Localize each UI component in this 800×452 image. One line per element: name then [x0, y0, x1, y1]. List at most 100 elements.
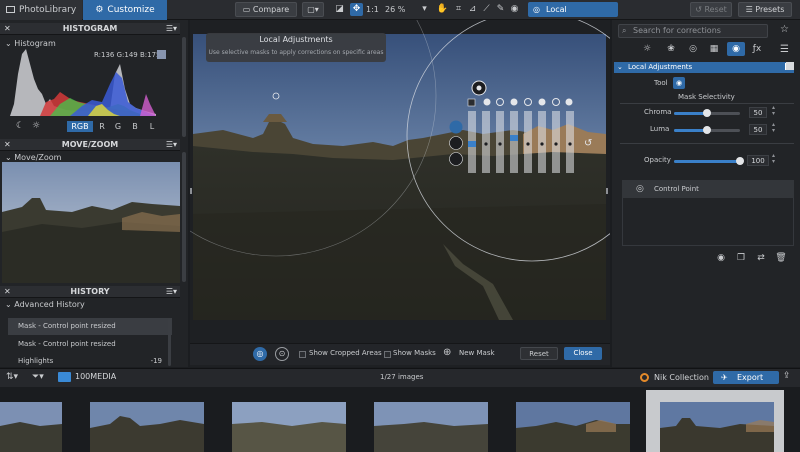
opacity-stepper[interactable]: ▴ ▾	[772, 153, 775, 165]
movezoom-collapse[interactable]: ⌄ Move/Zoom	[5, 153, 61, 162]
top-toolbar: PhotoLibrary ⚙ Customize ▭ Compare ▢▾ ◪ ✥…	[0, 0, 800, 29]
layout-dropdown[interactable]: ▢▾	[302, 2, 324, 17]
tab-light[interactable]: ☼	[638, 42, 656, 56]
channel-g[interactable]: G	[113, 121, 123, 132]
navigator-thumbnail[interactable]	[2, 162, 180, 283]
duplicate-icon[interactable]: ❐	[735, 252, 747, 264]
opacity-slider-knob[interactable]	[736, 157, 744, 165]
film-thumbnail[interactable]	[232, 402, 346, 452]
history-item[interactable]: Highlights -19	[8, 354, 172, 366]
control-point-widget[interactable]: ↺	[448, 80, 600, 176]
filter-icon[interactable]: ⏷▾	[32, 372, 44, 382]
search-icon: ⌕	[622, 26, 627, 35]
presets-button[interactable]: ☰ Presets	[738, 2, 792, 17]
plus-icon[interactable]: ⊕	[443, 347, 451, 358]
menu-icon[interactable]: ☰	[780, 44, 789, 55]
straighten-icon[interactable]: ⊿	[466, 3, 479, 16]
chroma-value[interactable]: 50	[749, 107, 767, 118]
zoom-percent[interactable]: 26 %	[385, 5, 405, 14]
local-adjustments-button[interactable]: ◎Local Adjustments	[528, 2, 618, 29]
tab-photolibrary[interactable]: PhotoLibrary	[0, 0, 82, 20]
search-corrections-input[interactable]: ⌕ Search for corrections	[618, 24, 768, 38]
zoom-dropdown-icon[interactable]: ▾	[418, 3, 431, 16]
histogram-header[interactable]: ✕ HISTOGRAM ☰▾	[0, 23, 180, 35]
close-button[interactable]: Close	[564, 347, 602, 360]
reset-button[interactable]: ↺ Reset	[690, 2, 732, 17]
moon-icon[interactable]: ☾	[16, 121, 24, 131]
opacity-value[interactable]: 100	[747, 155, 769, 166]
chroma-stepper[interactable]: ▴ ▾	[772, 105, 775, 117]
close-icon[interactable]: ✕	[4, 139, 11, 150]
history-scrollbar[interactable]	[168, 318, 171, 366]
share-icon[interactable]: ⇪	[783, 371, 791, 381]
chroma-slider[interactable]	[674, 109, 740, 117]
tab-customize-label: Customize	[107, 5, 155, 15]
brush-tool-icon[interactable]: ⊙	[275, 347, 289, 361]
luma-value[interactable]: 50	[749, 124, 767, 135]
menu-icon[interactable]: ☰▾	[166, 139, 177, 150]
zoom-ratio[interactable]: 1:1	[366, 5, 379, 14]
local-adjustments-section-header[interactable]: ⌄ Local Adjustments ▸	[614, 62, 794, 73]
tab-detail[interactable]: ◎	[684, 42, 702, 56]
hand-tool-icon[interactable]: ✋	[436, 3, 449, 16]
histogram-scrollbar[interactable]	[182, 37, 186, 137]
film-thumbnail[interactable]	[516, 402, 630, 452]
luma-slider-knob[interactable]	[703, 126, 711, 134]
nik-collection-button[interactable]: Nik Collection	[636, 371, 712, 384]
tab-geometry[interactable]: ▦	[705, 42, 723, 56]
perspective-icon[interactable]: ⟋	[480, 3, 493, 16]
export-button[interactable]: ✈ Export	[713, 371, 779, 384]
invert-icon[interactable]: ⇄	[755, 252, 767, 264]
reset-mask-button[interactable]: Reset	[520, 347, 558, 360]
luma-stepper[interactable]: ▴ ▾	[772, 122, 775, 134]
channel-b[interactable]: B	[130, 121, 140, 132]
film-thumbnail[interactable]	[0, 402, 62, 452]
tab-effects[interactable]: ƒx	[748, 42, 766, 56]
tab-color[interactable]: ❀	[662, 42, 680, 56]
control-point-tool-icon[interactable]: ◎	[253, 347, 267, 361]
visibility-icon[interactable]: ◉	[715, 252, 727, 264]
history-header[interactable]: ✕ HISTORY ☰▾	[0, 286, 180, 298]
channel-r[interactable]: R	[97, 121, 107, 132]
tab-customize[interactable]: ⚙ Customize	[83, 0, 167, 20]
history-item[interactable]: Mask - Control point resized	[8, 318, 172, 335]
show-cropped-checkbox[interactable]	[299, 351, 306, 358]
opacity-slider[interactable]	[674, 157, 744, 165]
crop-icon[interactable]: ⌗	[452, 3, 465, 16]
folder-name[interactable]: 100MEDIA	[75, 372, 116, 381]
film-thumbnail[interactable]	[374, 402, 488, 452]
control-point-item[interactable]: ◎ Control Point	[622, 180, 794, 198]
eye-icon[interactable]: ◉	[508, 3, 521, 16]
left-resize-handle[interactable]	[190, 188, 192, 194]
channel-l[interactable]: L	[147, 121, 157, 132]
star-icon[interactable]: ☆	[780, 24, 789, 35]
history-item[interactable]: Mask - Control point resized	[8, 336, 172, 353]
sun-icon[interactable]: ☼	[32, 121, 40, 131]
control-point-overlay[interactable]	[190, 20, 610, 343]
film-thumbnail-selected[interactable]	[660, 402, 774, 452]
close-icon[interactable]: ✕	[4, 23, 11, 34]
luma-slider[interactable]	[674, 126, 740, 134]
new-mask-button[interactable]: New Mask	[459, 349, 495, 357]
sort-icon[interactable]: ⇅▾	[6, 372, 18, 382]
compare-button[interactable]: ▭ Compare	[235, 2, 297, 17]
repair-icon[interactable]: ✎	[494, 3, 507, 16]
channel-rgb[interactable]: RGB	[67, 121, 93, 132]
trash-icon[interactable]: 🗑	[775, 252, 787, 264]
tool-selector-icon[interactable]: ◉	[673, 77, 685, 89]
right-resize-handle[interactable]	[606, 188, 608, 194]
menu-icon[interactable]: ☰▾	[166, 286, 177, 297]
close-icon[interactable]: ✕	[4, 286, 11, 297]
movezoom-header[interactable]: ✕ MOVE/ZOOM ☰▾	[0, 139, 180, 151]
move-tool-icon[interactable]: ✥	[350, 3, 363, 16]
tab-local[interactable]: ◉	[727, 42, 745, 56]
menu-icon[interactable]: ☰▾	[166, 23, 177, 34]
single-view-icon[interactable]: ◪	[333, 3, 346, 16]
tooltip-text: Use selective masks to apply corrections…	[208, 49, 384, 56]
show-masks-checkbox[interactable]	[384, 351, 391, 358]
history-collapse[interactable]: ⌄ Advanced History	[5, 300, 85, 309]
movezoom-scrollbar[interactable]	[182, 152, 186, 282]
chroma-slider-knob[interactable]	[703, 109, 711, 117]
panel-toggle-icon[interactable]	[786, 62, 794, 70]
film-thumbnail[interactable]	[90, 402, 204, 452]
